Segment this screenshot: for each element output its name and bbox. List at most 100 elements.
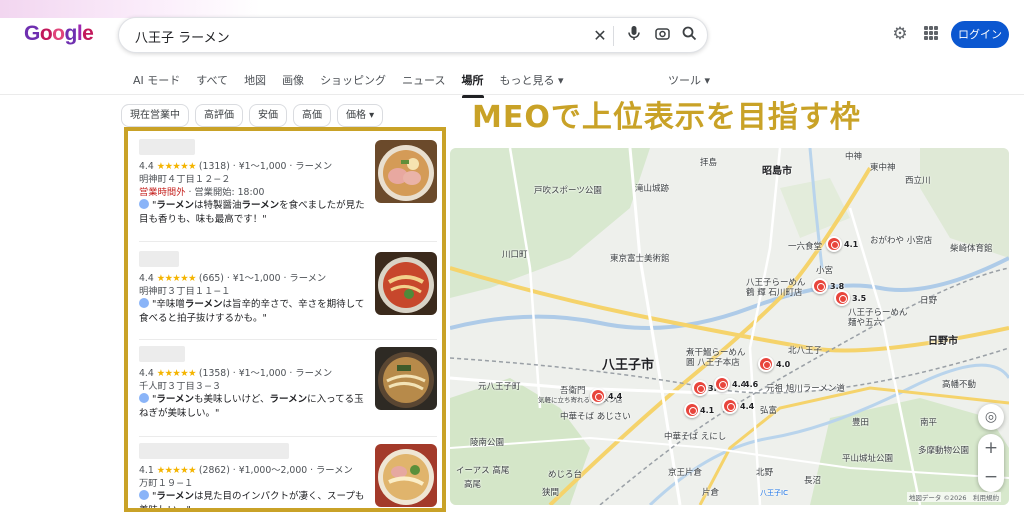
review-snippet: "ラーメンも美味しいけど、ラーメンに入ってる玉ねぎが美味しい。": [139, 393, 364, 419]
chip-top-rated[interactable]: 高評価: [195, 104, 243, 127]
restaurant-pin[interactable]: [590, 388, 606, 404]
map-label: 小宮: [816, 266, 834, 276]
map-label: 八王子らーめん 鶴 輝 石川町店: [746, 278, 806, 298]
zoom-out-button[interactable]: −: [978, 463, 1004, 492]
map-label: 拝島: [700, 158, 718, 168]
restaurant-pin[interactable]: [758, 356, 774, 372]
zoom-in-button[interactable]: +: [978, 434, 1004, 463]
map-label: 陵南公園: [470, 438, 505, 448]
opening-time: · 営業開始: 18:00: [185, 187, 265, 198]
lens-icon[interactable]: [651, 25, 673, 47]
restaurant-pin[interactable]: [692, 380, 708, 396]
tab-maps[interactable]: 地図: [244, 72, 266, 94]
map-label: 中華そば えにし: [664, 432, 727, 442]
rating-value: 4.4: [139, 368, 154, 379]
pin-rating: 4.4: [740, 402, 755, 411]
map-label: 柴崎体育館: [950, 244, 993, 254]
tab-ai-mode[interactable]: AI モード: [133, 72, 180, 94]
star-rating: ★★★★★: [156, 368, 197, 379]
local-listings-panel: 4.4 ★★★★★ (1318) · ¥1～1,000 · ラーメン 明神町４丁…: [124, 127, 446, 512]
restaurant-pin[interactable]: [722, 398, 738, 414]
map-label: めじろ台: [548, 470, 583, 480]
apps-grid-icon[interactable]: [924, 26, 938, 40]
pin-rating: 4.1: [844, 240, 859, 249]
listing-photo[interactable]: [375, 140, 437, 203]
map-label: 長沼: [804, 476, 822, 486]
rating-value: 4.4: [139, 161, 154, 172]
map-label: 東京富士美術館: [610, 254, 670, 264]
search-icon[interactable]: [678, 25, 700, 47]
header-glow: [0, 0, 260, 18]
tab-all[interactable]: すべて: [196, 72, 228, 94]
map-view[interactable]: 戸吹スポーツ公園 滝山城跡 昭島市 拝島 中神 東中神 西立川 川口町 東京富士…: [450, 148, 1009, 505]
star-rating: ★★★★★: [156, 273, 197, 284]
list-divider: [139, 339, 437, 340]
chip-price[interactable]: 価格 ▾: [337, 104, 384, 127]
map-attribution[interactable]: 地図データ ©2026 利用規約: [906, 492, 1001, 502]
zoom-control: + −: [978, 434, 1004, 492]
chip-expensive[interactable]: 高価: [293, 104, 331, 127]
listing-photo[interactable]: [375, 347, 437, 410]
list-divider: [139, 241, 437, 242]
map-label: 平山城址公園: [842, 454, 894, 464]
avatar: [139, 490, 149, 500]
pin-rating: 4.0: [776, 360, 791, 369]
listing-photo[interactable]: [375, 444, 437, 507]
google-logo[interactable]: Google: [24, 22, 94, 46]
listing-photo[interactable]: [375, 252, 437, 315]
pin-rating: 4.1: [700, 406, 715, 415]
map-label: 狭間: [542, 488, 560, 498]
search-box[interactable]: 八王子 ラーメン ✕: [118, 17, 708, 53]
blurred-business-name: [139, 139, 195, 155]
review-snippet: "ラーメンは見た目のインパクトが凄く、スープも美味しい。": [139, 490, 365, 512]
pin-rating: 4.4: [608, 392, 623, 401]
login-button[interactable]: ログイン: [951, 21, 1009, 48]
blurred-business-name: [139, 346, 185, 362]
map-label: 滝山城跡: [635, 184, 670, 194]
tab-shopping[interactable]: ショッピング: [320, 72, 386, 94]
tab-news[interactable]: ニュース: [402, 72, 445, 94]
my-location-icon[interactable]: ◎: [978, 404, 1004, 430]
chip-open-now[interactable]: 現在営業中: [121, 104, 189, 127]
restaurant-pin[interactable]: [826, 236, 842, 252]
restaurant-pin[interactable]: [684, 402, 700, 418]
review-snippet: "辛味噌ラーメンは旨辛的辛さで、辛さを期待して食べると拍子抜けするかも。": [139, 298, 365, 324]
star-rating: ★★★★★: [156, 465, 197, 476]
review-snippet: "ラーメンは特製醤油ラーメンを食べましたが見た目も香りも、味も最高です！": [139, 199, 365, 225]
avatar: [139, 298, 149, 308]
map-label: 中華そば あじさい: [560, 412, 631, 422]
map-label: 多摩動物公園: [918, 446, 970, 456]
filter-chips: 現在営業中 高評価 安価 高価 価格 ▾: [121, 104, 384, 127]
tab-more[interactable]: もっと見る ▾: [500, 72, 564, 94]
restaurant-pin[interactable]: [812, 278, 828, 294]
search-divider: [613, 26, 614, 46]
map-label: 弘富: [760, 406, 778, 416]
map-label: 八王子市: [602, 358, 655, 373]
restaurant-pin[interactable]: [834, 290, 850, 306]
listing-meta: (1358) · ¥1～1,000 · ラーメン: [198, 368, 333, 379]
map-label: 片倉: [702, 488, 720, 498]
gear-icon[interactable]: ⚙: [890, 24, 910, 44]
blurred-business-name: [139, 251, 179, 267]
microphone-icon[interactable]: [623, 25, 645, 47]
map-label: 中神: [845, 152, 863, 162]
clear-icon[interactable]: ✕: [589, 25, 611, 47]
map-label: 日野市: [928, 336, 958, 347]
map-label: 煮干鰮らーめん 圓 八王子本店: [686, 348, 746, 368]
map-label: おがわや 小宮店: [870, 236, 933, 246]
search-input[interactable]: 八王子 ラーメン: [135, 27, 230, 46]
map-label: 川口町: [502, 250, 528, 260]
chip-cheap[interactable]: 安価: [249, 104, 287, 127]
map-label: 日野: [920, 296, 938, 306]
map-label: 北野: [756, 468, 774, 478]
pin-rating: 3.5: [852, 294, 867, 303]
map-label: イーアス 高尾: [456, 466, 510, 476]
rating-value: 4.1: [139, 465, 154, 476]
tab-places[interactable]: 場所: [461, 72, 484, 98]
map-label: 昭島市: [762, 166, 792, 177]
map-label: 豊田: [852, 418, 870, 428]
avatar: [139, 393, 149, 403]
listing-meta: (665) · ¥1～1,000 · ラーメン: [198, 273, 327, 284]
tools-button[interactable]: ツール ▾: [668, 72, 710, 88]
tab-images[interactable]: 画像: [282, 72, 304, 94]
